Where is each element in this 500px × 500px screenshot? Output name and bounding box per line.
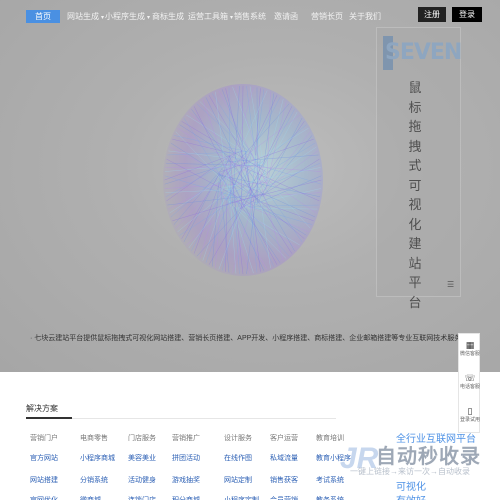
watermark: 全行业互联网平台 JR 自动秒收录 一键上链接→来访一次→自动收录 可视化 有效… [340, 434, 500, 500]
watermark-subtitle: 一键上链接→来访一次→自动收录 [350, 467, 470, 476]
solution-link[interactable]: 拼团活动 [172, 453, 200, 463]
vertical-title: 鼠标拖拽式可视化建站平台 [408, 80, 422, 310]
tab-solutions[interactable]: 解决方案 [26, 403, 72, 414]
watermark-title: 自动秒收录 [376, 446, 481, 468]
login-button[interactable]: 登录 [452, 7, 482, 22]
solution-link[interactable]: 分销系统 [80, 475, 108, 485]
nav-sales[interactable]: 销售系统 [234, 11, 266, 22]
chevron-down-icon: ▾ [147, 15, 151, 21]
phone-service-label: 电话客服 [459, 384, 480, 390]
solution-column-head[interactable]: 营销推广 [172, 433, 200, 443]
nav-trademark[interactable]: 商标生成 [152, 11, 184, 22]
solution-link[interactable]: 销售获客 [270, 475, 298, 485]
solution-link[interactable]: 私域流量 [270, 453, 298, 463]
logo-text: SEVEN [385, 40, 462, 65]
contact-sidebar: ▦ 微信客服 ☏ 电话客服 ▯ 登录试用 [458, 333, 480, 433]
solution-link[interactable]: 网站搭建 [30, 475, 58, 485]
trial-login-label: 登录试用 [459, 417, 480, 423]
solution-link[interactable]: 小程序定制 [224, 495, 259, 500]
nav-mini-gen[interactable]: 小程序生成 ▾ [105, 11, 150, 22]
intro-text: · 七块云建站平台提供鼠标拖拽式可视化网站搭建、营销长页搭建、APP开发、小程序… [30, 335, 470, 342]
solution-link[interactable]: 活动健身 [128, 475, 156, 485]
nav-long-page[interactable]: 营销长页 [311, 11, 343, 22]
solution-column-head[interactable]: 门店服务 [128, 433, 156, 443]
phone-icon: ☏ [464, 373, 476, 383]
register-button[interactable]: 注册 [418, 7, 446, 22]
hamburger-icon[interactable]: ☰ [447, 280, 454, 289]
nav-mini-gen-label: 小程序生成 [105, 12, 145, 21]
solution-column-head[interactable]: 设计服务 [224, 433, 252, 443]
solution-link[interactable]: 官网优化 [30, 495, 58, 500]
chevron-down-icon: ▾ [101, 15, 105, 21]
solution-link[interactable]: 小程序商城 [80, 453, 115, 463]
seven-logo: SEVEN [383, 36, 462, 76]
wechat-service-button[interactable]: ▦ 微信客服 [459, 334, 481, 367]
solution-link[interactable]: 网站定制 [224, 475, 252, 485]
solution-link[interactable]: 连锁门店 [128, 495, 156, 500]
phone-service-button[interactable]: ☏ 电话客服 [459, 367, 481, 400]
solution-column-head[interactable]: 客户运营 [270, 433, 298, 443]
solution-link[interactable]: 微商城 [80, 495, 101, 500]
solution-link[interactable]: 在线作图 [224, 453, 252, 463]
nav-home[interactable]: 首页 [26, 10, 60, 23]
solution-link[interactable]: 积分商城 [172, 495, 200, 500]
nav-about[interactable]: 关于我们 [349, 11, 381, 22]
tab-divider [26, 418, 336, 419]
qrcode-icon: ▦ [465, 340, 475, 350]
tab-active-underline [26, 417, 72, 419]
nav-site-gen-label: 网站生成 [67, 12, 99, 21]
watermark-blue-line2: 可视化 [396, 482, 426, 493]
nav-invite[interactable]: 邀请函 [274, 11, 298, 22]
hero-side-panel: SEVEN 鼠标拖拽式可视化建站平台 ☰ [376, 27, 462, 310]
mobile-icon: ▯ [467, 406, 473, 416]
solution-link[interactable]: 官方网站 [30, 453, 58, 463]
trial-login-button[interactable]: ▯ 登录试用 [459, 400, 481, 433]
particle-sphere-image [158, 80, 328, 280]
solution-column-head[interactable]: 电商零售 [80, 433, 108, 443]
solution-link[interactable]: 美容美业 [128, 453, 156, 463]
solution-link[interactable]: 会员营销 [270, 495, 298, 500]
chevron-down-icon: ▾ [230, 15, 234, 21]
nav-ops-tools-label: 运营工具箱 [188, 12, 228, 21]
nav-ops-tools[interactable]: 运营工具箱 ▾ [188, 11, 233, 22]
wechat-service-label: 微信客服 [459, 351, 480, 357]
watermark-blue-line3: 有效好 [396, 492, 426, 500]
solution-column-head[interactable]: 营销门户 [30, 433, 58, 443]
nav-site-gen[interactable]: 网站生成 ▾ [67, 11, 104, 22]
solution-link[interactable]: 游戏抽奖 [172, 475, 200, 485]
